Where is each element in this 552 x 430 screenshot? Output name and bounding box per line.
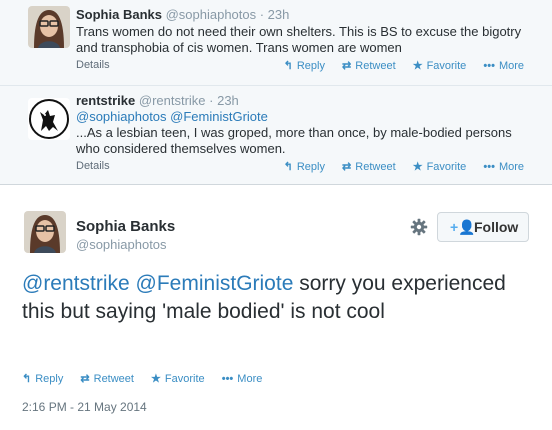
reply-label: Reply xyxy=(35,373,64,385)
more-label: More xyxy=(237,373,263,385)
more-button[interactable]: ••• More xyxy=(483,161,524,173)
gear-icon[interactable] xyxy=(410,218,428,236)
follow-button[interactable]: +👤 Follow xyxy=(437,212,529,242)
add-user-icon: +👤 xyxy=(450,219,476,235)
retweet-label: Retweet xyxy=(355,60,396,72)
star-icon: ★ xyxy=(412,161,423,173)
reply-arrow-icon: ↰ xyxy=(283,60,293,72)
retweet-icon: ⇄ xyxy=(342,60,352,72)
retweet-button[interactable]: ⇄ Retweet xyxy=(80,372,134,385)
tweet-actions: ↰ Reply ⇄ Retweet ★ Favorite ••• More xyxy=(22,372,262,385)
user-handle[interactable]: @rentstrike · 23h xyxy=(139,93,239,108)
user-handle[interactable]: @sophiaphotos · 23h xyxy=(166,7,290,22)
more-label: More xyxy=(498,60,524,72)
tweet-text: @rentstrike @FeministGriote sorry you ex… xyxy=(22,270,532,326)
reply-button[interactable]: ↰ Reply xyxy=(22,372,63,385)
tweet-header: rentstrike @rentstrike · 23h xyxy=(76,93,239,108)
reply-button[interactable]: ↰ Reply xyxy=(284,59,325,72)
tweet-body: ...As a lesbian teen, I was groped, more… xyxy=(76,125,512,156)
avatar[interactable] xyxy=(28,98,70,140)
favorite-button[interactable]: ★ Favorite xyxy=(151,372,205,385)
star-icon: ★ xyxy=(151,373,161,385)
favorite-label: Favorite xyxy=(426,60,467,72)
reply-arrow-icon: ↰ xyxy=(283,161,293,173)
dots-icon: ••• xyxy=(483,161,495,173)
retweet-label: Retweet xyxy=(355,161,396,173)
mention-feministgriote[interactable]: @FeministGriote xyxy=(136,272,294,295)
tweet-timestamp[interactable]: 2:16 PM - 21 May 2014 xyxy=(22,400,147,414)
tweet-text: @sophiaphotos @FeministGriote ...As a le… xyxy=(76,109,536,157)
retweet-label: Retweet xyxy=(93,373,134,385)
user-name[interactable]: Sophia Banks xyxy=(76,218,175,235)
mention-links[interactable]: @sophiaphotos @FeministGriote xyxy=(76,109,536,125)
retweet-button[interactable]: ⇄ Retweet xyxy=(342,59,396,72)
more-button[interactable]: ••• More xyxy=(222,373,263,385)
favorite-button[interactable]: ★ Favorite xyxy=(413,160,467,173)
favorite-label: Favorite xyxy=(164,373,205,385)
favorite-label: Favorite xyxy=(426,161,467,173)
mention-rentstrike[interactable]: @rentstrike xyxy=(22,272,130,295)
retweet-icon: ⇄ xyxy=(80,373,90,385)
tweet-text: Trans women do not need their own shelte… xyxy=(76,24,522,55)
main-tweet: Sophia Banks @sophiaphotos +👤 Follow @re… xyxy=(0,185,552,430)
reply-label: Reply xyxy=(296,60,325,72)
tweet-header: Sophia Banks @sophiaphotos · 23h xyxy=(76,7,289,22)
tweet-actions: ↰ Reply ⇄ Retweet ★ Favorite ••• More xyxy=(284,59,524,72)
reply-label: Reply xyxy=(296,161,325,173)
favorite-button[interactable]: ★ Favorite xyxy=(413,59,467,72)
avatar[interactable] xyxy=(24,211,66,253)
details-link[interactable]: Details xyxy=(76,59,110,71)
details-link[interactable]: Details xyxy=(76,160,110,172)
tweet-actions: ↰ Reply ⇄ Retweet ★ Favorite ••• More xyxy=(284,160,524,173)
retweet-icon: ⇄ xyxy=(342,161,352,173)
dots-icon: ••• xyxy=(483,60,495,72)
conversation-thread: Sophia Banks @sophiaphotos · 23h Trans w… xyxy=(0,0,552,185)
more-button[interactable]: ••• More xyxy=(483,60,524,72)
avatar[interactable] xyxy=(28,6,70,48)
star-icon: ★ xyxy=(412,60,423,72)
follow-label: Follow xyxy=(474,219,519,235)
reply-tweet-sophia[interactable]: Sophia Banks @sophiaphotos · 23h Trans w… xyxy=(0,0,552,86)
retweet-button[interactable]: ⇄ Retweet xyxy=(342,160,396,173)
reply-button[interactable]: ↰ Reply xyxy=(284,160,325,173)
user-name[interactable]: rentstrike xyxy=(76,93,135,108)
dots-icon: ••• xyxy=(221,373,234,385)
user-handle[interactable]: @sophiaphotos xyxy=(76,237,167,252)
user-name[interactable]: Sophia Banks xyxy=(76,7,162,22)
reply-arrow-icon: ↰ xyxy=(22,373,32,385)
reply-tweet-rentstrike[interactable]: rentstrike @rentstrike · 23h @sophiaphot… xyxy=(0,85,552,185)
more-label: More xyxy=(498,161,524,173)
